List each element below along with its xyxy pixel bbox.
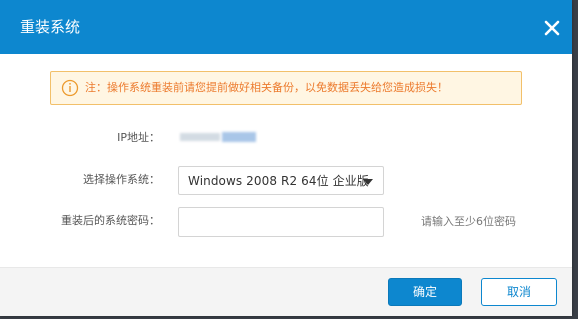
password-input[interactable] <box>178 207 384 237</box>
password-hint: 请输入至少6位密码 <box>421 215 516 228</box>
notice-text: 注：操作系统重装前请您提前做好相关备份，以免数据丢失给您造成损失！ <box>85 81 448 94</box>
backup-warning-notice: 注：操作系统重装前请您提前做好相关备份，以免数据丢失给您造成损失！ <box>50 71 522 105</box>
os-select[interactable]: Windows 2008 R2 64位 企业版 <box>178 166 384 195</box>
close-icon[interactable] <box>538 14 566 42</box>
caret-down-icon <box>363 179 373 185</box>
os-select-label: 选择操作系统： <box>83 173 160 186</box>
os-select-value: Windows 2008 R2 64位 企业版 <box>188 174 369 188</box>
dialog-title: 重装系统 <box>20 18 81 36</box>
ip-address-label: IP地址： <box>117 131 160 144</box>
confirm-button[interactable]: 确定 <box>388 278 462 306</box>
dialog-footer: 确定 取消 <box>0 267 572 316</box>
dialog-titlebar: 重装系统 <box>0 0 572 54</box>
password-label: 重装后的系统密码： <box>61 214 160 227</box>
reinstall-system-dialog: 重装系统 注：操作系统重装前请您提前做好相关备份，以免数据丢失给您造成损失！ I… <box>0 0 572 316</box>
ip-address-value-redacted <box>178 129 258 145</box>
info-circle-icon <box>61 79 79 97</box>
cancel-button[interactable]: 取消 <box>481 278 557 306</box>
